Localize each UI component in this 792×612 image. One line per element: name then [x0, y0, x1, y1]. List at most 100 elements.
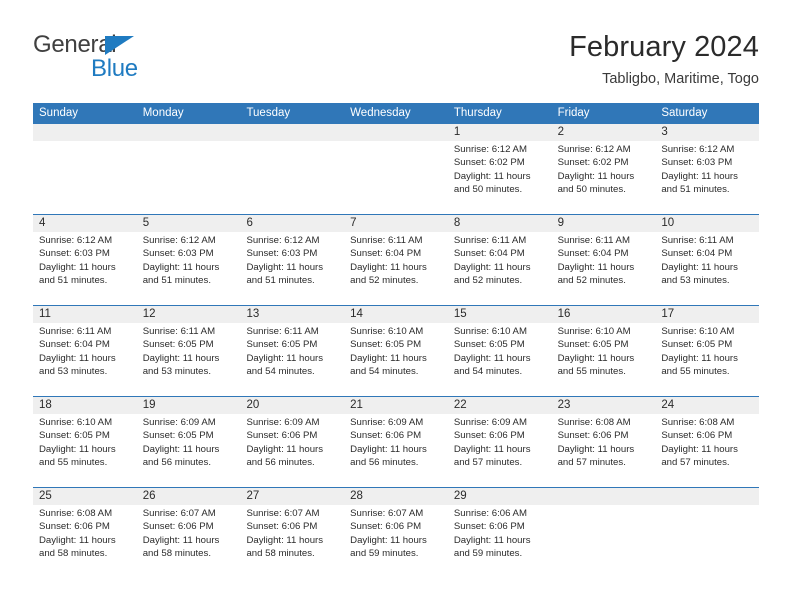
day-cell[interactable]: 15 Sunrise: 6:10 AM Sunset: 6:05 PM Dayl…	[448, 306, 552, 396]
sunset-text: Sunset: 6:04 PM	[39, 339, 110, 351]
logo-text-general: General	[33, 31, 117, 58]
day-cell[interactable]: 5 Sunrise: 6:12 AM Sunset: 6:03 PM Dayli…	[137, 215, 241, 305]
day-cell[interactable]	[33, 124, 137, 214]
day-number: 25	[39, 490, 52, 502]
day-info: Sunrise: 6:11 AM Sunset: 6:05 PM Dayligh…	[143, 325, 237, 379]
day-cell[interactable]: 24 Sunrise: 6:08 AM Sunset: 6:06 PM Dayl…	[655, 397, 759, 487]
day-info: Sunrise: 6:09 AM Sunset: 6:06 PM Dayligh…	[454, 416, 548, 470]
general-blue-logo: General Blue	[33, 32, 243, 92]
daylight-text: Daylight: 11 hours and 58 minutes.	[39, 534, 116, 560]
sunrise-text: Sunrise: 6:08 AM	[557, 417, 631, 428]
day-info: Sunrise: 6:07 AM Sunset: 6:06 PM Dayligh…	[246, 507, 340, 561]
sunset-text: Sunset: 6:05 PM	[142, 339, 214, 351]
day-number: 15	[453, 308, 467, 320]
day-number: 4	[39, 217, 46, 229]
day-info: Sunrise: 6:09 AM Sunset: 6:06 PM Dayligh…	[350, 416, 444, 470]
day-cell[interactable]	[240, 124, 344, 214]
day-info: Sunrise: 6:11 AM Sunset: 6:04 PM Dayligh…	[454, 234, 548, 288]
sunset-text: Sunset: 6:06 PM	[246, 521, 318, 533]
day-number: 17	[661, 308, 675, 320]
daylight-text: Daylight: 11 hours and 50 minutes.	[453, 170, 531, 196]
day-info: Sunrise: 6:07 AM Sunset: 6:06 PM Dayligh…	[350, 507, 444, 561]
day-cell[interactable]: 22 Sunrise: 6:09 AM Sunset: 6:06 PM Dayl…	[448, 397, 552, 487]
sunrise-text: Sunrise: 6:12 AM	[557, 144, 631, 155]
sunset-text: Sunset: 6:05 PM	[350, 339, 422, 351]
day-cell[interactable]: 19 Sunrise: 6:09 AM Sunset: 6:05 PM Dayl…	[137, 397, 241, 487]
day-info: Sunrise: 6:08 AM Sunset: 6:06 PM Dayligh…	[661, 416, 755, 470]
sunset-text: Sunset: 6:04 PM	[350, 248, 422, 260]
sunset-text: Sunset: 6:05 PM	[142, 430, 214, 442]
sunset-text: Sunset: 6:05 PM	[557, 339, 629, 351]
day-cell[interactable]: 16 Sunrise: 6:10 AM Sunset: 6:05 PM Dayl…	[552, 306, 656, 396]
sunrise-text: Sunrise: 6:11 AM	[661, 235, 734, 246]
sunset-text: Sunset: 6:05 PM	[246, 339, 318, 351]
sunset-text: Sunset: 6:02 PM	[453, 157, 525, 169]
calendar-page: General Blue February 2024 Tabligbo, Mar…	[0, 0, 792, 612]
day-cell[interactable]: 6 Sunrise: 6:12 AM Sunset: 6:03 PM Dayli…	[240, 215, 344, 305]
daylight-text: Daylight: 11 hours and 51 minutes.	[661, 170, 738, 196]
day-cell[interactable]	[655, 488, 759, 578]
daylight-text: Daylight: 11 hours and 54 minutes.	[246, 352, 324, 378]
page-title: February 2024	[569, 31, 759, 63]
day-info: Sunrise: 6:11 AM Sunset: 6:04 PM Dayligh…	[558, 234, 652, 288]
logo-triangle-icon	[105, 36, 134, 55]
day-cell[interactable]	[552, 488, 656, 578]
sunset-text: Sunset: 6:06 PM	[661, 430, 733, 442]
logo-bottom-row: Blue	[33, 56, 243, 82]
daylight-text: Daylight: 11 hours and 54 minutes.	[453, 352, 531, 378]
day-number: 6	[246, 217, 253, 229]
day-cell[interactable]: 14 Sunrise: 6:10 AM Sunset: 6:05 PM Dayl…	[344, 306, 448, 396]
day-cell[interactable]: 4 Sunrise: 6:12 AM Sunset: 6:03 PM Dayli…	[33, 215, 137, 305]
day-cell[interactable]: 25 Sunrise: 6:08 AM Sunset: 6:06 PM Dayl…	[33, 488, 137, 578]
daylight-text: Daylight: 11 hours and 59 minutes.	[453, 534, 531, 560]
sunrise-text: Sunrise: 6:12 AM	[142, 235, 216, 246]
daylight-text: Daylight: 11 hours and 50 minutes.	[557, 170, 635, 196]
weekday-header-sunday: Sunday	[39, 107, 79, 119]
day-info: Sunrise: 6:06 AM Sunset: 6:06 PM Dayligh…	[454, 507, 548, 561]
day-cell[interactable]: 1 Sunrise: 6:12 AM Sunset: 6:02 PM Dayli…	[448, 124, 552, 214]
daylight-text: Daylight: 11 hours and 56 minutes.	[350, 443, 427, 469]
day-info: Sunrise: 6:09 AM Sunset: 6:05 PM Dayligh…	[143, 416, 237, 470]
day-cell[interactable]: 26 Sunrise: 6:07 AM Sunset: 6:06 PM Dayl…	[137, 488, 241, 578]
sunset-text: Sunset: 6:03 PM	[246, 248, 318, 260]
day-number: 18	[39, 399, 52, 411]
page-header: General Blue February 2024 Tabligbo, Mar…	[33, 30, 759, 98]
day-cell[interactable]: 13 Sunrise: 6:11 AM Sunset: 6:05 PM Dayl…	[240, 306, 344, 396]
day-info: Sunrise: 6:11 AM Sunset: 6:04 PM Dayligh…	[39, 325, 133, 379]
daylight-text: Daylight: 11 hours and 56 minutes.	[142, 443, 220, 469]
day-number: 28	[350, 490, 363, 502]
day-cell[interactable]	[137, 124, 241, 214]
sunset-text: Sunset: 6:04 PM	[661, 248, 733, 260]
day-cell[interactable]: 10 Sunrise: 6:11 AM Sunset: 6:04 PM Dayl…	[655, 215, 759, 305]
day-number: 16	[557, 308, 571, 320]
day-cell[interactable]: 21 Sunrise: 6:09 AM Sunset: 6:06 PM Dayl…	[344, 397, 448, 487]
sunrise-text: Sunrise: 6:10 AM	[557, 326, 631, 337]
day-info: Sunrise: 6:07 AM Sunset: 6:06 PM Dayligh…	[143, 507, 237, 561]
week-row: 1 Sunrise: 6:12 AM Sunset: 6:02 PM Dayli…	[33, 124, 759, 214]
day-cell[interactable]: 29 Sunrise: 6:06 AM Sunset: 6:06 PM Dayl…	[448, 488, 552, 578]
day-cell[interactable]: 9 Sunrise: 6:11 AM Sunset: 6:04 PM Dayli…	[552, 215, 656, 305]
day-cell[interactable]: 28 Sunrise: 6:07 AM Sunset: 6:06 PM Dayl…	[344, 488, 448, 578]
sunrise-text: Sunrise: 6:10 AM	[39, 417, 113, 428]
day-cell[interactable]: 2 Sunrise: 6:12 AM Sunset: 6:02 PM Dayli…	[552, 124, 656, 214]
day-cell[interactable]: 3 Sunrise: 6:12 AM Sunset: 6:03 PM Dayli…	[655, 124, 759, 214]
daylight-text: Daylight: 11 hours and 51 minutes.	[246, 261, 324, 287]
day-cell[interactable]: 17 Sunrise: 6:10 AM Sunset: 6:05 PM Dayl…	[655, 306, 759, 396]
day-cell[interactable]: 23 Sunrise: 6:08 AM Sunset: 6:06 PM Dayl…	[552, 397, 656, 487]
sunset-text: Sunset: 6:06 PM	[246, 430, 318, 442]
day-cell[interactable]: 27 Sunrise: 6:07 AM Sunset: 6:06 PM Dayl…	[240, 488, 344, 578]
weekday-header-tuesday: Tuesday	[246, 107, 291, 119]
day-cell[interactable]: 8 Sunrise: 6:11 AM Sunset: 6:04 PM Dayli…	[448, 215, 552, 305]
weekday-header-thursday: Thursday	[453, 107, 502, 119]
day-number	[558, 488, 652, 505]
day-cell[interactable]	[344, 124, 448, 214]
day-cell[interactable]: 18 Sunrise: 6:10 AM Sunset: 6:05 PM Dayl…	[33, 397, 137, 487]
day-cell[interactable]: 20 Sunrise: 6:09 AM Sunset: 6:06 PM Dayl…	[240, 397, 344, 487]
day-number: 11	[39, 308, 51, 320]
sunset-text: Sunset: 6:06 PM	[350, 430, 422, 442]
day-cell[interactable]: 12 Sunrise: 6:11 AM Sunset: 6:05 PM Dayl…	[137, 306, 241, 396]
daylight-text: Daylight: 11 hours and 53 minutes.	[142, 352, 220, 378]
day-cell[interactable]: 7 Sunrise: 6:11 AM Sunset: 6:04 PM Dayli…	[344, 215, 448, 305]
day-number: 23	[557, 399, 571, 411]
day-cell[interactable]: 11 Sunrise: 6:11 AM Sunset: 6:04 PM Dayl…	[33, 306, 137, 396]
